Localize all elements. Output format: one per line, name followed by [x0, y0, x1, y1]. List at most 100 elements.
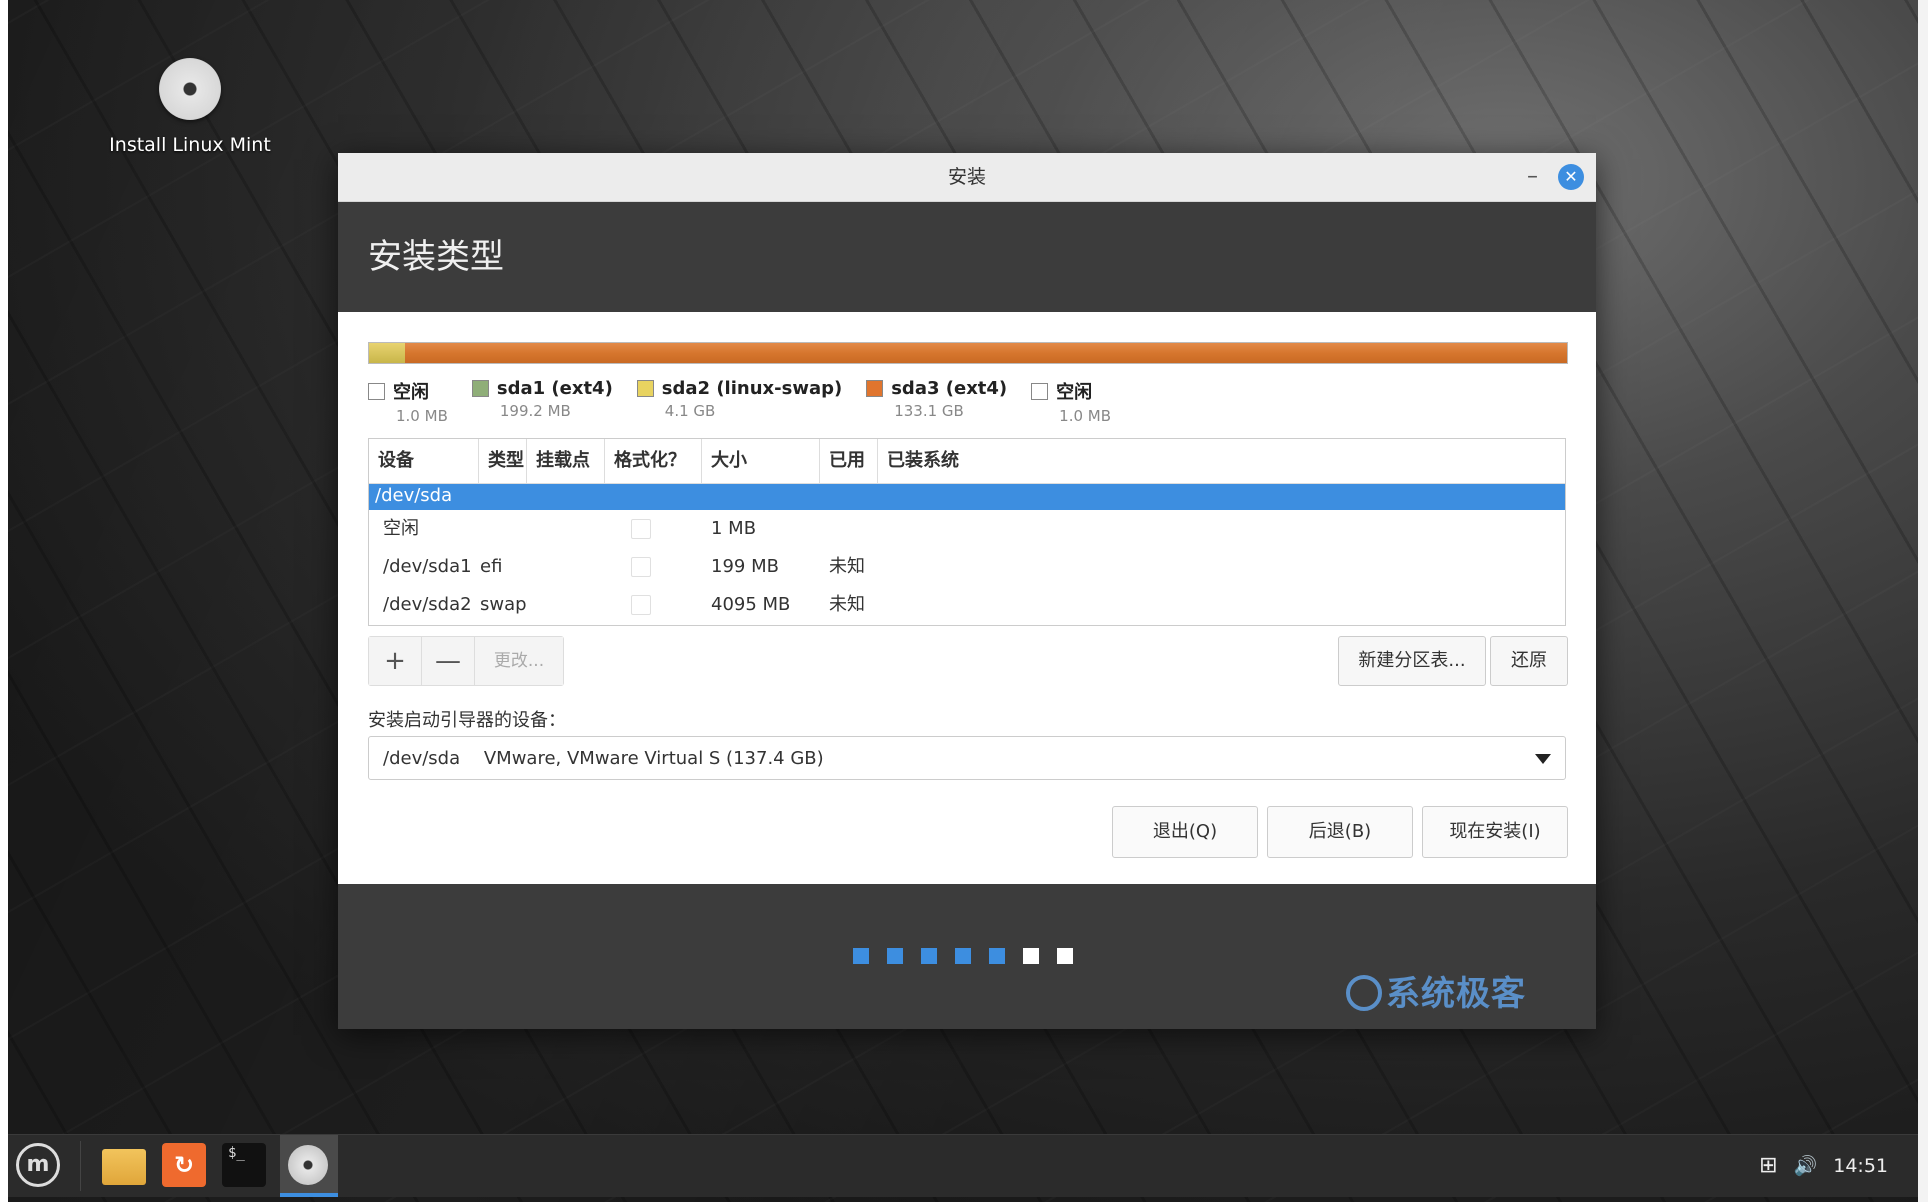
main-content: 空闲 1.0 MB sda1 (ext4) 199.2 MB sda2 (lin…	[338, 312, 1596, 885]
files-folder-icon[interactable]	[102, 1149, 146, 1185]
cell-mount	[527, 548, 605, 586]
add-partition-button[interactable]: +	[369, 637, 422, 685]
column-header-device[interactable]: 设备	[369, 439, 479, 483]
column-header-format[interactable]: 格式化？	[605, 439, 702, 483]
cell-used: 未知	[829, 594, 865, 615]
network-icon[interactable]: ⊞	[1759, 1135, 1777, 1197]
column-header-type[interactable]: 类型	[479, 439, 527, 483]
cell-type: efi	[480, 556, 503, 577]
legend-size: 1.0 MB	[1059, 407, 1112, 425]
dropdown-arrow-icon	[1535, 754, 1551, 764]
watermark: 系统极客	[1346, 966, 1526, 1015]
watermark-logo-icon	[1346, 974, 1382, 1011]
right-edge	[1918, 0, 1928, 1202]
clock[interactable]: 14:51	[1833, 1135, 1888, 1197]
format-checkbox[interactable]	[631, 557, 651, 577]
legend-swatch	[636, 380, 654, 397]
window-titlebar[interactable]: 安装 – ✕	[338, 153, 1596, 202]
legend-item: 空闲 1.0 MB	[368, 378, 448, 425]
update-manager-icon[interactable]: ↻	[162, 1143, 206, 1187]
installer-window: 安装 – ✕ 安装类型 空闲 1.0 MB sda1 (ext4) 199.2 …	[338, 153, 1596, 1029]
new-partition-table-button[interactable]: 新建分区表...	[1338, 636, 1486, 686]
progress-step-dot	[989, 948, 1005, 964]
format-checkbox[interactable]	[631, 595, 651, 615]
quit-button[interactable]: 退出(Q)	[1112, 806, 1258, 858]
system-tray: ⊞ 🔊 14:51	[1743, 1135, 1888, 1197]
legend-name: sda1 (ext4)	[496, 378, 613, 399]
left-edge	[0, 0, 8, 1202]
partition-toolbar: + — 更改...	[368, 636, 564, 686]
legend-name: 空闲	[1056, 382, 1093, 403]
partition-bar	[368, 342, 1568, 364]
cell-device: 空闲	[383, 518, 419, 539]
table-row[interactable]: /dev/sda2 swap 4095 MB 未知	[369, 586, 1565, 624]
cell-type: swap	[480, 594, 527, 615]
window-title: 安装	[947, 166, 986, 188]
desktop-icon-label: Install Linux Mint	[109, 134, 271, 156]
progress-dots	[853, 948, 1091, 964]
progress-step-dot	[921, 948, 937, 964]
partition-table: 设备 类型 挂载点 格式化？ 大小 已用 已装系统 /dev/sda 空闲 1 …	[368, 438, 1566, 626]
boot-device: /dev/sda	[383, 748, 461, 769]
legend-size: 1.0 MB	[396, 407, 448, 425]
cell-size: 199 MB	[711, 556, 779, 577]
terminal-icon[interactable]: $_	[222, 1143, 266, 1187]
bootloader-label: 安装启动引导器的设备：	[368, 710, 566, 731]
installer-footer: 系统极客	[338, 884, 1596, 1029]
desktop-icon-install-linux-mint[interactable]: Install Linux Mint	[100, 58, 280, 156]
cell-system	[878, 510, 1565, 548]
legend-swatch	[866, 380, 884, 397]
volume-icon[interactable]: 🔊	[1794, 1135, 1818, 1197]
legend-name: sda3 (ext4)	[891, 378, 1008, 399]
progress-step-dot	[1057, 948, 1073, 964]
legend-swatch	[1031, 382, 1049, 400]
legend-swatch	[471, 380, 489, 397]
cell-mount	[527, 586, 605, 624]
watermark-text: 系统极客	[1386, 974, 1526, 1014]
legend-name: sda2 (linux-swap)	[661, 378, 843, 399]
cell-device: /dev/sda2	[383, 594, 472, 615]
taskbar-installer-active[interactable]	[280, 1135, 338, 1197]
progress-step-dot	[1023, 948, 1039, 964]
cell-size: 1 MB	[711, 518, 757, 539]
column-header-mount[interactable]: 挂载点	[527, 439, 605, 483]
column-header-used[interactable]: 已用	[820, 439, 878, 483]
revert-button[interactable]: 还原	[1490, 636, 1568, 686]
remove-partition-button[interactable]: —	[422, 637, 475, 685]
close-button[interactable]: ✕	[1558, 164, 1584, 190]
legend-size: 199.2 MB	[499, 402, 571, 420]
linux-mint-menu-icon[interactable]: m	[16, 1143, 60, 1187]
cell-type	[471, 510, 527, 548]
progress-step-dot	[887, 948, 903, 964]
legend-size: 4.1 GB	[664, 402, 716, 420]
table-row[interactable]: 空闲 1 MB	[369, 510, 1565, 548]
cell-system	[878, 586, 1565, 624]
taskbar-separator	[80, 1141, 81, 1191]
column-header-size[interactable]: 大小	[702, 439, 820, 483]
legend-name: 空闲	[393, 382, 429, 403]
cell-device: /dev/sda1	[383, 556, 472, 577]
cell-system	[878, 548, 1565, 586]
install-now-button[interactable]: 现在安装(I)	[1422, 806, 1568, 858]
progress-step-dot	[955, 948, 971, 964]
boot-device-description: VMware, VMware Virtual S (137.4 GB)	[483, 748, 824, 769]
back-button[interactable]: 后退(B)	[1267, 806, 1413, 858]
partition-bar-ext4-segment	[405, 343, 1567, 363]
disc-icon	[159, 58, 221, 120]
change-partition-button[interactable]: 更改...	[475, 637, 563, 685]
format-checkbox[interactable]	[631, 519, 651, 539]
cell-used	[820, 510, 878, 548]
legend-swatch	[368, 382, 385, 400]
partition-legend: 空闲 1.0 MB sda1 (ext4) 199.2 MB sda2 (lin…	[368, 378, 1135, 425]
column-header-system[interactable]: 已装系统	[878, 439, 1565, 483]
bootloader-device-select[interactable]: /dev/sda VMware, VMware Virtual S (137.4…	[368, 736, 1566, 780]
installer-disc-icon	[288, 1145, 328, 1185]
table-row-selected[interactable]: /dev/sda	[369, 484, 1565, 510]
minimize-button[interactable]: –	[1527, 153, 1538, 201]
taskbar: m ↻ $_ ⊞ 🔊 14:51	[8, 1134, 1918, 1197]
legend-item: 空闲 1.0 MB	[1031, 378, 1111, 425]
progress-step-dot	[853, 948, 869, 964]
cell-mount	[527, 510, 605, 548]
table-row[interactable]: /dev/sda1 efi 199 MB 未知	[369, 548, 1565, 586]
page-title: 安装类型	[338, 202, 1596, 312]
